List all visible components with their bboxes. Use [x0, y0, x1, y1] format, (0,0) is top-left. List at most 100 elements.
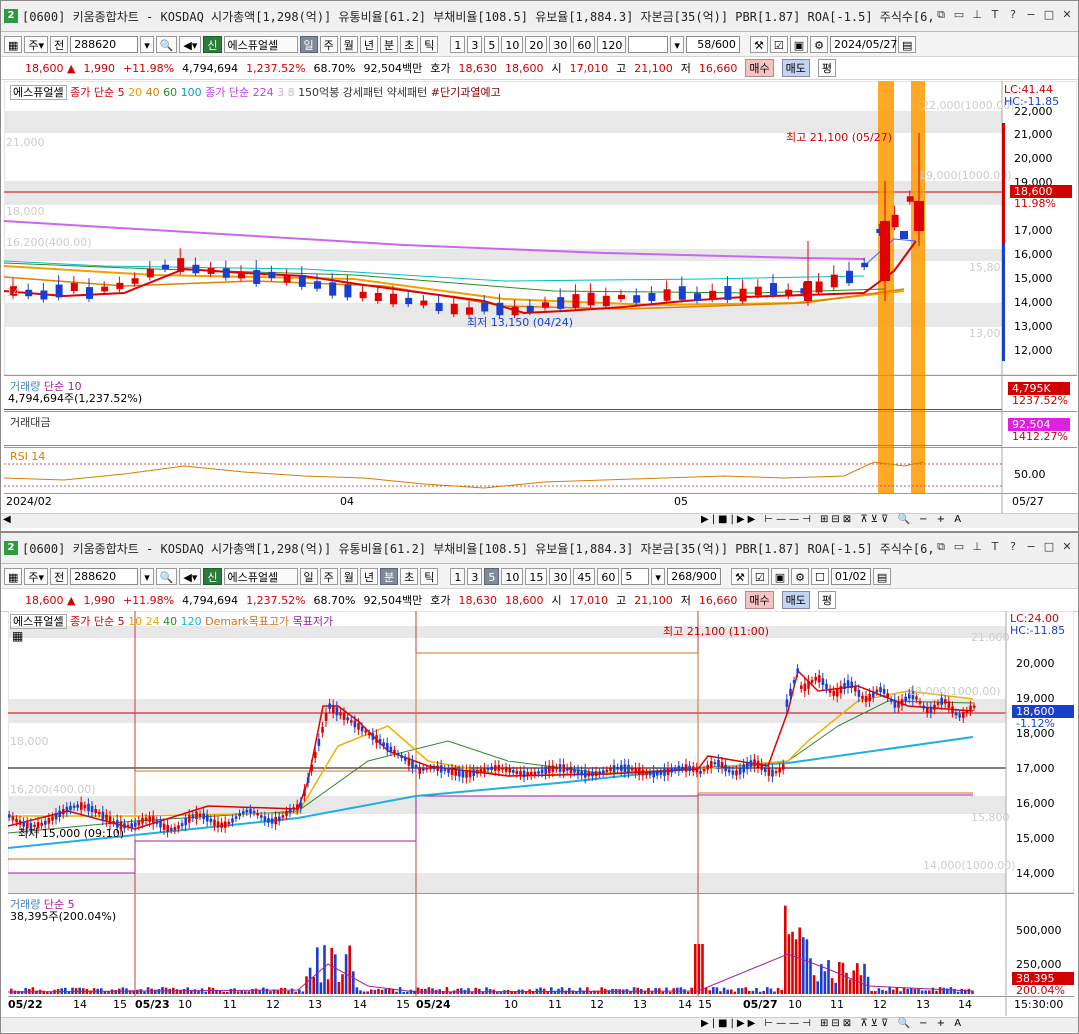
- stock-code-input[interactable]: 288620: [70, 567, 139, 585]
- type-select[interactable]: 주▾: [24, 567, 49, 585]
- candle-body: [933, 704, 936, 710]
- grid-icon[interactable]: ▦: [4, 567, 23, 585]
- scroll-left-icon[interactable]: ◀: [3, 514, 11, 525]
- checklist-icon[interactable]: ☑: [769, 35, 788, 53]
- minimize-icon[interactable]: −: [1024, 7, 1038, 23]
- minute-20[interactable]: 20: [525, 35, 548, 53]
- minute-1[interactable]: 1: [450, 567, 466, 585]
- minute-custom-input[interactable]: [628, 35, 669, 53]
- date-input[interactable]: 01/02: [830, 567, 871, 585]
- calendar-icon[interactable]: ▤: [872, 567, 892, 585]
- period-month[interactable]: 월: [339, 567, 358, 585]
- eval-button[interactable]: 평: [817, 59, 836, 77]
- settings-icon[interactable]: ⚙: [791, 567, 809, 585]
- tool-icon[interactable]: ⚒: [749, 35, 768, 53]
- scrollbar-top[interactable]: ◀ ▶|■|▶▶ ⊢——⊣ ⊞⊟⊠ ⊼⊻⊽ 🔍 − + A: [1, 513, 1078, 528]
- font-icon[interactable]: T: [988, 539, 1002, 555]
- type-select[interactable]: 주▾: [24, 35, 49, 53]
- minute-10[interactable]: 10: [501, 35, 524, 53]
- period-day[interactable]: 일: [299, 567, 318, 585]
- search-icon[interactable]: 🔍: [155, 567, 178, 585]
- period-week[interactable]: 주: [319, 567, 338, 585]
- minute-120[interactable]: 120: [597, 35, 627, 53]
- period-month[interactable]: 월: [339, 35, 358, 53]
- tool-icon[interactable]: ⚒: [730, 567, 749, 585]
- period-day[interactable]: 일: [299, 35, 318, 53]
- minute-3[interactable]: 3: [467, 567, 483, 585]
- minute-1[interactable]: 1: [450, 35, 466, 53]
- period-second[interactable]: 초: [400, 567, 419, 585]
- minute-custom-input[interactable]: 5: [621, 567, 650, 585]
- count-input[interactable]: 58/600: [685, 35, 740, 53]
- speaker-icon[interactable]: ◀▾: [179, 35, 202, 53]
- calendar-icon[interactable]: ▤: [897, 35, 917, 53]
- candle-body: [465, 770, 468, 778]
- scroll-controls-icon[interactable]: ▶|■|▶▶ ⊢——⊣ ⊞⊟⊠ ⊼⊻⊽ 🔍 − + A: [701, 1018, 964, 1029]
- buy-button[interactable]: 매수: [745, 59, 774, 77]
- title-bar[interactable]: 2 [0600] 키움종합차트 - KOSDAQ 시가총액[1,298(억)] …: [1, 1, 1078, 32]
- scroll-controls-icon[interactable]: ▶|■|▶▶ ⊢——⊣ ⊞⊟⊠ ⊼⊻⊽ 🔍 − + A: [701, 514, 964, 525]
- minute-3[interactable]: 3: [467, 35, 483, 53]
- checklist-icon[interactable]: ☑: [750, 567, 769, 585]
- minute-45[interactable]: 45: [573, 567, 596, 585]
- period-second[interactable]: 초: [400, 35, 419, 53]
- help-icon[interactable]: ?: [1006, 539, 1020, 555]
- period-year[interactable]: 년: [359, 35, 379, 53]
- period-week[interactable]: 주: [319, 35, 338, 53]
- stock-code-input[interactable]: 288620: [70, 35, 139, 53]
- sell-button[interactable]: 매도: [781, 591, 810, 609]
- candle-body: [587, 771, 591, 777]
- price-chart-area[interactable]: 에스퓨얼셀 종가 단순 5 10 24 40 120 Demark목표고가 목표…: [8, 611, 1074, 1016]
- minute-30[interactable]: 30: [549, 567, 572, 585]
- eval-button[interactable]: 평: [817, 591, 836, 609]
- close-icon[interactable]: ✕: [1060, 539, 1074, 555]
- minute-dropdown-icon[interactable]: ▾: [670, 35, 684, 53]
- period-tick[interactable]: 틱: [420, 567, 439, 585]
- link-icon[interactable]: ⧉: [934, 7, 948, 23]
- close-icon[interactable]: ✕: [1060, 7, 1074, 23]
- minute-5[interactable]: 5: [484, 567, 500, 585]
- scrollbar-bottom[interactable]: ▶|■|▶▶ ⊢——⊣ ⊞⊟⊠ ⊼⊻⊽ 🔍 − + A: [1, 1017, 1078, 1032]
- speaker-icon[interactable]: ◀▾: [179, 567, 202, 585]
- table-icon[interactable]: ▦: [12, 629, 23, 643]
- copy-icon[interactable]: ▭: [952, 7, 966, 23]
- minimize-icon[interactable]: −: [1024, 539, 1038, 555]
- date-checkbox[interactable]: ☐: [810, 567, 829, 585]
- minute-30[interactable]: 30: [549, 35, 572, 53]
- minute-5[interactable]: 5: [484, 35, 500, 53]
- minute-10[interactable]: 10: [501, 567, 524, 585]
- code-dropdown-icon[interactable]: ▾: [140, 35, 154, 53]
- save-icon[interactable]: ▣: [770, 567, 790, 585]
- price-chart-area[interactable]: 에스퓨얼셀 종가 단순 5 20 40 60 100 종가 단순 224 3 8…: [4, 81, 1077, 513]
- grid-icon[interactable]: ▦: [4, 35, 23, 53]
- minute-60[interactable]: 60: [573, 35, 596, 53]
- period-minute[interactable]: 분: [380, 567, 399, 585]
- buy-button[interactable]: 매수: [745, 591, 774, 609]
- font-icon[interactable]: T: [988, 7, 1002, 23]
- stock-name-field[interactable]: 에스퓨얼셀: [223, 567, 298, 585]
- prev-button[interactable]: 전: [50, 35, 69, 53]
- code-dropdown-icon[interactable]: ▾: [140, 567, 154, 585]
- maximize-icon[interactable]: □: [1042, 539, 1056, 555]
- minute-dropdown-icon[interactable]: ▾: [651, 567, 665, 585]
- title-bar[interactable]: 2 [0600] 키움종합차트 - KOSDAQ 시가총액[1,298(억)] …: [1, 533, 1078, 564]
- pin-icon[interactable]: ⊥: [970, 539, 984, 555]
- copy-icon[interactable]: ▭: [952, 539, 966, 555]
- save-icon[interactable]: ▣: [789, 35, 809, 53]
- count-input[interactable]: 268/900: [666, 567, 721, 585]
- period-tick[interactable]: 틱: [420, 35, 439, 53]
- sell-button[interactable]: 매도: [781, 59, 810, 77]
- settings-icon[interactable]: ⚙: [810, 35, 828, 53]
- date-input[interactable]: 2024/05/27: [829, 35, 897, 53]
- stock-name-field[interactable]: 에스퓨얼셀: [223, 35, 298, 53]
- minute-60[interactable]: 60: [597, 567, 620, 585]
- help-icon[interactable]: ?: [1006, 7, 1020, 23]
- period-year[interactable]: 년: [359, 567, 379, 585]
- maximize-icon[interactable]: □: [1042, 7, 1056, 23]
- pin-icon[interactable]: ⊥: [970, 7, 984, 23]
- period-minute[interactable]: 분: [380, 35, 399, 53]
- prev-button[interactable]: 전: [50, 567, 69, 585]
- link-icon[interactable]: ⧉: [934, 539, 948, 555]
- minute-15[interactable]: 15: [525, 567, 548, 585]
- search-icon[interactable]: 🔍: [155, 35, 178, 53]
